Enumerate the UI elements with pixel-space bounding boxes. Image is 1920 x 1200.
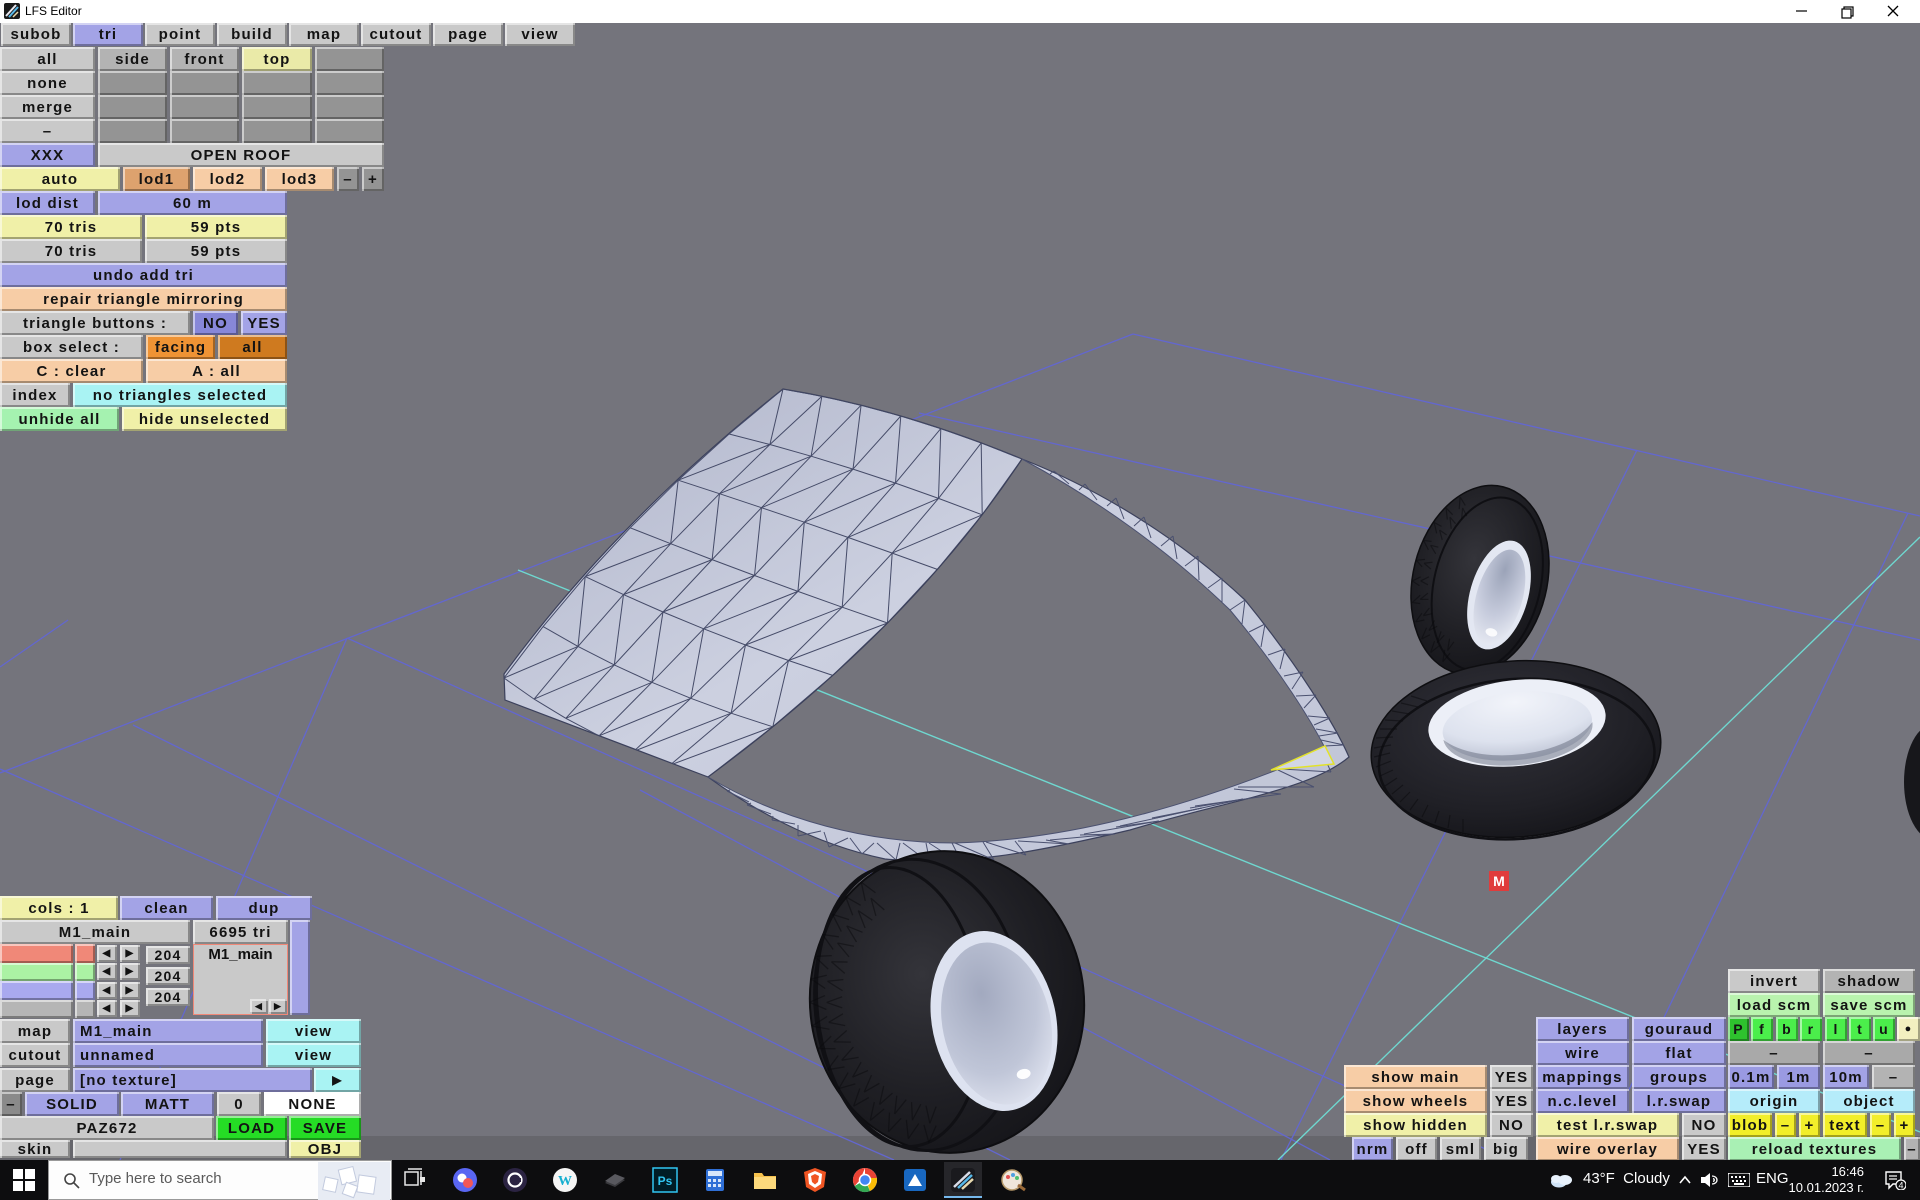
svg-text:M: M: [1493, 873, 1505, 889]
svg-text:4: 4: [1898, 1181, 1903, 1191]
svg-text:Ps: Ps: [658, 1174, 673, 1188]
svg-text:W: W: [558, 1174, 572, 1189]
